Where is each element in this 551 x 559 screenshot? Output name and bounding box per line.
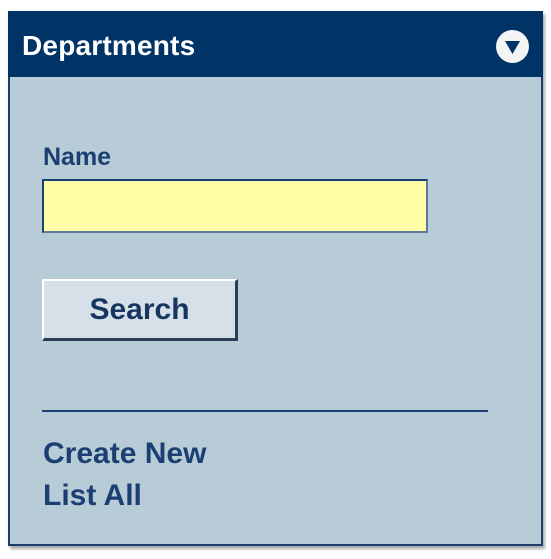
name-input[interactable]: [42, 179, 428, 233]
divider: [42, 410, 488, 412]
chevron-down-circle-icon[interactable]: [496, 30, 529, 63]
down-triangle-icon: [505, 41, 520, 54]
panel-header: Departments: [8, 11, 543, 77]
list-all-link[interactable]: List All: [43, 479, 142, 513]
departments-panel: Departments Name Search Create New List …: [8, 11, 543, 546]
name-label: Name: [43, 143, 112, 171]
panel-title: Departments: [22, 30, 196, 61]
create-new-link[interactable]: Create New: [43, 437, 206, 471]
search-button[interactable]: Search: [42, 279, 238, 341]
